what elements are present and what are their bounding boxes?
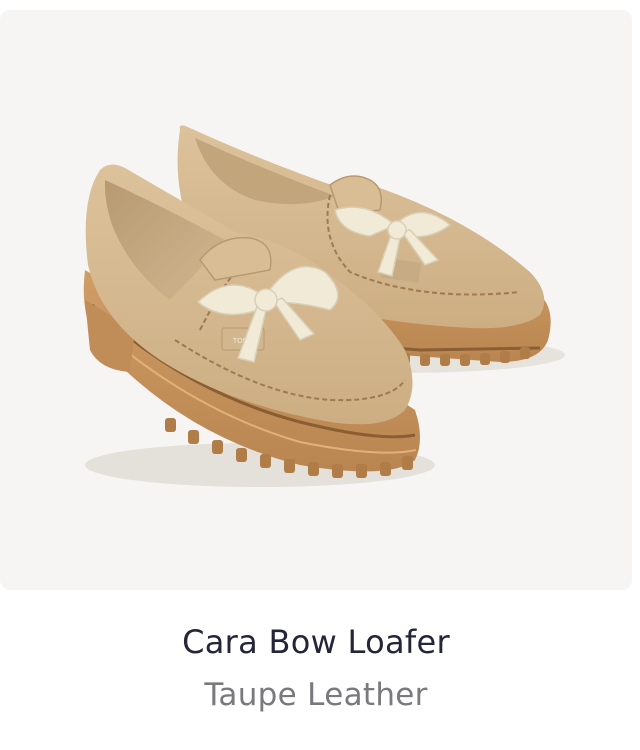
loafer-pair-illustration: TOMS: [83, 125, 565, 487]
product-card: TOMS Cara Bow Loafer Taupe Leather: [0, 0, 640, 750]
product-image[interactable]: TOMS: [0, 10, 632, 590]
product-variant: Taupe Leather: [204, 677, 428, 713]
product-name[interactable]: Cara Bow Loafer: [0, 620, 632, 664]
